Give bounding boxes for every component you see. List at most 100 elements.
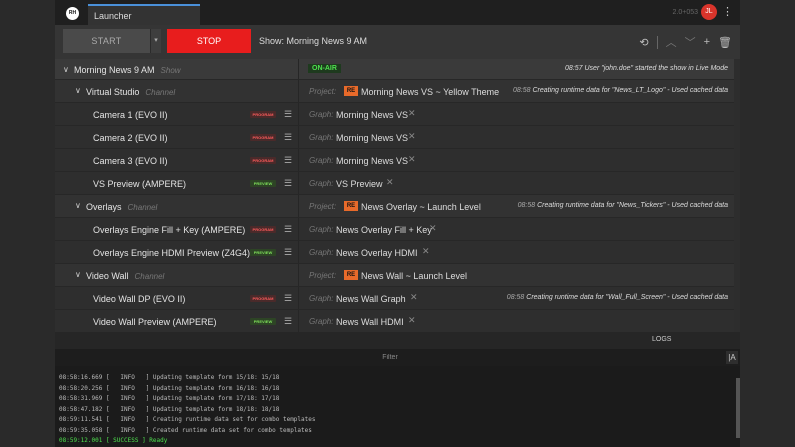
note-text: Creating runtime data for "Wall_Full_Scr… <box>526 294 728 301</box>
graph-row-right: Graph: News Wall HDMI ✕ <box>300 310 734 332</box>
graph-row[interactable]: VS Preview (AMPERE) PREVIEW ☰ Graph: VS … <box>55 172 734 195</box>
note-text: Creating runtime data for "News_LT_Logo"… <box>532 87 728 94</box>
show-row-right: ON-AIR 08:57 User "john.doe" started the… <box>300 59 734 79</box>
engine-name: Camera 1 (EVO II) <box>93 110 168 120</box>
graph-row[interactable]: Overlays Engine Fill + Key (AMPERE) PROG… <box>55 218 734 241</box>
project-name[interactable]: Morning News VS ~ Yellow Theme <box>361 87 499 97</box>
close-icon[interactable]: ✕ <box>408 108 416 119</box>
log-line: 08:58:47.182 [ INFO ] Updating template … <box>59 405 280 413</box>
log-line: 08:59:11.541 [ INFO ] Creating runtime d… <box>59 416 316 423</box>
chevron-down-icon[interactable]: ∨ <box>75 270 81 279</box>
close-icon[interactable]: ✕ <box>422 246 430 257</box>
program-badge: PROGRAM <box>250 157 276 164</box>
channel-row-right: Project: RE News Wall ~ Launch Level <box>300 264 734 286</box>
log-console[interactable]: 08:58:16.669 [ INFO ] Updating template … <box>55 366 740 447</box>
menu-icon[interactable]: ☰ <box>284 178 292 189</box>
add-icon[interactable]: + <box>704 36 710 48</box>
engine-name: Video Wall DP (EVO II) <box>93 294 186 304</box>
graph-row-left: Camera 2 (EVO II) PROGRAM ☰ <box>55 126 299 148</box>
show-row[interactable]: ∨ Morning News 9 AM Show ON-AIR 08:57 Use… <box>55 59 734 80</box>
menu-icon[interactable]: ☰ <box>284 224 292 235</box>
engine-name: VS Preview (AMPERE) <box>93 179 187 189</box>
project-name[interactable]: News Overlay ~ Launch Level <box>361 202 481 212</box>
menu-icon[interactable]: ☰ <box>284 247 292 258</box>
graph-row-left: Camera 1 (EVO II) PROGRAM ☰ <box>55 103 299 125</box>
delete-icon[interactable]: 🗑 <box>718 36 732 49</box>
channel-row[interactable]: ∨ Virtual Studio Channel Project: RE Morn… <box>55 80 734 103</box>
project-re-badge: RE <box>344 270 358 280</box>
menu-icon[interactable]: ☰ <box>284 109 292 120</box>
show-tree: ∨ Morning News 9 AM Show ON-AIR 08:57 Use… <box>55 59 734 333</box>
graph-name[interactable]: News Overlay Fill + Key <box>336 225 432 235</box>
tab-logs[interactable]: LOGS <box>652 336 671 343</box>
project-re-badge: RE <box>344 201 358 211</box>
graph-name[interactable]: VS Preview <box>336 179 383 189</box>
menu-icon[interactable]: ☰ <box>284 316 292 327</box>
autoscroll-toggle[interactable]: |A <box>726 351 738 364</box>
menu-icon[interactable]: ☰ <box>284 293 292 304</box>
graph-name[interactable]: Morning News VS <box>336 133 408 143</box>
move-down-icon[interactable]: ﹀ <box>685 34 696 50</box>
channel-name: Virtual Studio Channel <box>86 87 175 97</box>
channel-row[interactable]: ∨ Overlays Channel Project: RE News Overl… <box>55 195 734 218</box>
graph-row[interactable]: Video Wall DP (EVO II) PROGRAM ☰ Graph: … <box>55 287 734 310</box>
channel-note: 08:58 Creating runtime data for "News_Ti… <box>518 202 728 209</box>
project-label: Project: <box>309 271 337 280</box>
engine-name: Camera 2 (EVO II) <box>93 133 168 143</box>
show-name-text: Morning News 9 AM <box>74 65 155 75</box>
current-show-title: Show: Morning News 9 AM <box>259 36 368 46</box>
chevron-down-icon[interactable]: ∨ <box>75 86 81 95</box>
close-icon[interactable]: ✕ <box>429 223 437 234</box>
graph-name[interactable]: Morning News VS <box>336 110 408 120</box>
graph-name[interactable]: News Wall Graph <box>336 294 406 304</box>
graph-name[interactable]: Morning News VS <box>336 156 408 166</box>
move-up-icon[interactable]: ︿ <box>666 34 677 50</box>
launcher-app: RH Launcher 2.0+053 JL ⋮ START ▾ STOP Sh… <box>55 0 740 447</box>
more-options-icon[interactable]: ⋮ <box>722 5 733 18</box>
start-button[interactable]: START <box>63 29 150 53</box>
close-icon[interactable]: ✕ <box>408 154 416 165</box>
log-line: 08:58:16.669 [ INFO ] Updating template … <box>59 374 280 381</box>
stop-button[interactable]: STOP <box>167 29 251 53</box>
graph-row[interactable]: Camera 2 (EVO II) PROGRAM ☰ Graph: Morni… <box>55 126 734 149</box>
menu-icon[interactable]: ☰ <box>284 132 292 143</box>
graph-row-right: Graph: News Overlay Fill + Key ✕ <box>300 218 734 240</box>
graph-row-right: Graph: VS Preview ✕ <box>300 172 734 194</box>
history-icon[interactable]: ⟲ <box>639 36 648 49</box>
close-icon[interactable]: ✕ <box>386 177 394 188</box>
log-scrollbar[interactable] <box>736 378 740 438</box>
start-dropdown-button[interactable]: ▾ <box>150 29 161 53</box>
channel-row[interactable]: ∨ Video Wall Channel Project: RE News Wal… <box>55 264 734 287</box>
graph-row-left: Camera 3 (EVO II) PROGRAM ☰ <box>55 149 299 171</box>
tab-launcher[interactable]: Launcher <box>88 4 200 25</box>
chevron-down-icon[interactable]: ∨ <box>63 65 69 74</box>
graph-label: Graph: <box>309 294 334 303</box>
close-icon[interactable]: ✕ <box>408 131 416 142</box>
graph-row-left: Video Wall DP (EVO II) PROGRAM ☰ <box>55 287 299 309</box>
channel-name-text: Video Wall <box>86 271 129 281</box>
note-text: Creating runtime data for "News_Tickers"… <box>537 202 728 209</box>
graph-row-right: Graph: Morning News VS ✕ <box>300 149 734 171</box>
close-icon[interactable]: ✕ <box>410 292 418 303</box>
show-name: Morning News 9 AM Show <box>74 65 181 75</box>
graph-row[interactable]: Overlays Engine HDMI Preview (Z4G4) PREV… <box>55 241 734 264</box>
graph-name[interactable]: News Wall HDMI <box>336 317 404 327</box>
project-re-badge: RE <box>344 86 358 96</box>
graph-row[interactable]: Camera 1 (EVO II) PROGRAM ☰ Graph: Morni… <box>55 103 734 126</box>
close-icon[interactable]: ✕ <box>408 315 416 326</box>
graph-label: Graph: <box>309 133 334 142</box>
chevron-down-icon[interactable]: ∨ <box>75 201 81 210</box>
graph-row[interactable]: Camera 3 (EVO II) PROGRAM ☰ Graph: Morni… <box>55 149 734 172</box>
log-filter-input[interactable] <box>55 349 725 366</box>
graph-row[interactable]: Video Wall Preview (AMPERE) PREVIEW ☰ Gr… <box>55 310 734 333</box>
project-label: Project: <box>309 87 337 96</box>
toolbar-icons: ⟲ ︿ ﹀ + 🗑 <box>639 34 732 50</box>
project-name[interactable]: News Wall ~ Launch Level <box>361 271 467 281</box>
toolbar-divider <box>656 35 658 49</box>
graph-name[interactable]: News Overlay HDMI <box>336 248 418 258</box>
app-logo: RH <box>66 7 79 20</box>
program-badge: PROGRAM <box>250 226 276 233</box>
engine-name: Video Wall Preview (AMPERE) <box>93 317 217 327</box>
menu-icon[interactable]: ☰ <box>284 155 292 166</box>
user-avatar[interactable]: JL <box>701 4 717 20</box>
